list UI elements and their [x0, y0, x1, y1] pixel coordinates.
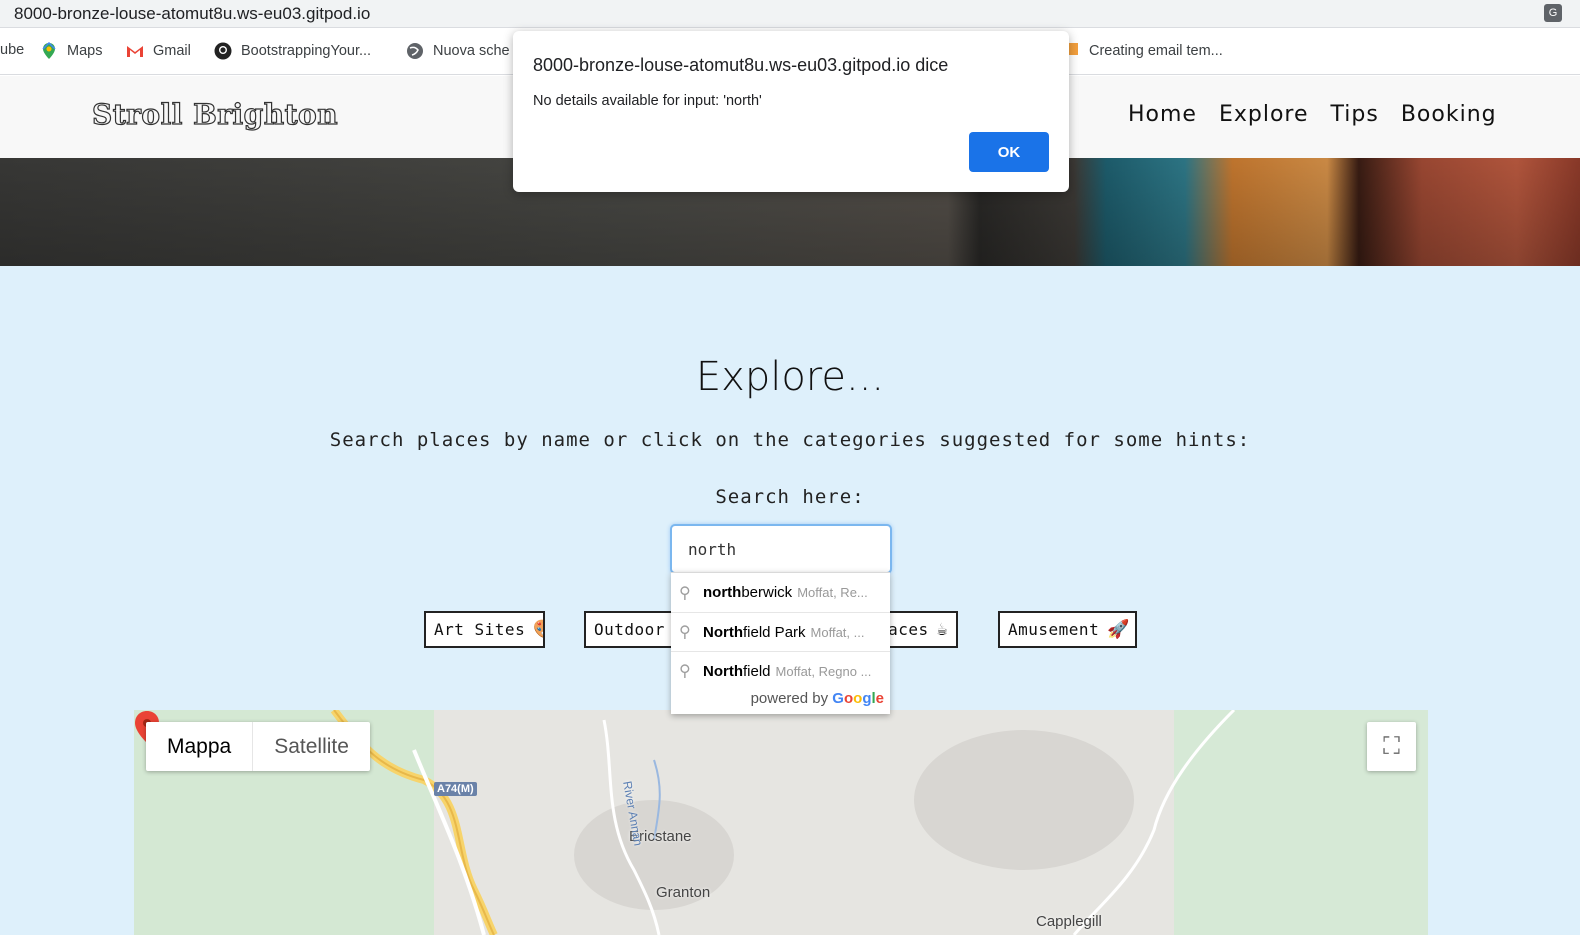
bookmark-label: ube [0, 42, 25, 58]
explore-title: Explore... [695, 354, 885, 400]
secondary-text: Moffat, ... [810, 624, 865, 640]
location-pin-icon: ⚲ [679, 624, 691, 641]
explore-section: Explore... Search places by name or clic… [0, 266, 1580, 935]
google-logo: Google [832, 690, 884, 707]
map-type-control: Mappa Satellite [146, 722, 370, 771]
autocomplete-item[interactable]: ⚲ north berwick Moffat, Re... [671, 573, 890, 612]
url-text[interactable]: 8000-bronze-louse-atomut8u.ws-eu03.gitpo… [14, 4, 370, 24]
globe-icon [407, 43, 423, 59]
category-amusement[interactable]: Amusement 🚀 [998, 611, 1137, 648]
bookmark-label: BootstrappingYour... [241, 43, 372, 59]
bookmark-label: Nuova sche [433, 43, 510, 59]
coffee-icon: ☕ [936, 619, 948, 640]
map-type-map-button[interactable]: Mappa [146, 722, 254, 771]
main-nav: Home Explore Tips Booking [1128, 102, 1497, 127]
autocomplete-dropdown: ⚲ north berwick Moffat, Re... ⚲ North fie… [671, 572, 890, 714]
rocket-icon: 🚀 [1107, 619, 1131, 640]
dialog-title: 8000-bronze-louse-atomut8u.ws-eu03.gitpo… [533, 55, 949, 75]
location-pin-icon: ⚲ [679, 584, 691, 602]
search-label: Search here: [715, 486, 865, 508]
site-brand[interactable]: Stroll Brighton [91, 97, 338, 131]
rest-text: field [743, 662, 771, 680]
bookmark-email-templates[interactable]: Creating email tem... [1062, 42, 1223, 60]
category-label: Art Sites [434, 620, 526, 639]
gmail-icon [127, 46, 143, 57]
bookmark-gmail[interactable]: Gmail [126, 42, 191, 60]
powered-by-google: powered by Google [671, 690, 890, 714]
secondary-text: Moffat, Regno ... [775, 663, 872, 679]
nav-home[interactable]: Home [1128, 102, 1197, 127]
fullscreen-button[interactable]: ⛶ [1367, 722, 1416, 771]
maps-icon [42, 42, 56, 59]
map-label-capplegill: Capplegill [1036, 913, 1102, 930]
browser-url-bar: 8000-bronze-louse-atomut8u.ws-eu03.gitpo… [0, 0, 1580, 28]
bookmark-label: Creating email tem... [1089, 43, 1223, 59]
bookmark-maps[interactable]: Maps [40, 42, 102, 60]
palette-icon: 🎨 [533, 619, 543, 640]
place-search-input[interactable] [670, 524, 892, 574]
category-label: Amusement [1008, 620, 1100, 639]
fullscreen-icon: ⛶ [1383, 732, 1400, 760]
nav-booking[interactable]: Booking [1401, 102, 1497, 127]
match-text: north [703, 584, 742, 601]
dialog-ok-button[interactable]: OK [969, 132, 1049, 172]
translate-icon[interactable]: G [1544, 4, 1562, 22]
github-icon [214, 42, 232, 60]
map-type-satellite-button[interactable]: Satellite [253, 722, 370, 771]
bookmark-youtube[interactable]: ube [0, 42, 24, 58]
nav-explore[interactable]: Explore [1219, 102, 1309, 127]
secondary-text: Moffat, Re... [797, 585, 868, 600]
powered-by-text: powered by [750, 690, 829, 707]
bookmark-new-tab[interactable]: Nuova sche [406, 42, 510, 60]
road-shield-a74m: A74(M) [434, 782, 477, 796]
map-label-granton: Granton [656, 884, 711, 901]
explore-subtitle: Search places by name or click on the ca… [329, 429, 1251, 451]
rest-text: field Park [743, 623, 806, 641]
match-text: North [703, 662, 743, 680]
bookmark-github[interactable]: BootstrappingYour... [214, 42, 371, 60]
autocomplete-item[interactable]: ⚲ North field Moffat, Regno ... [671, 651, 890, 690]
dialog-message: No details available for input: 'north' [533, 93, 762, 109]
bookmark-label: Gmail [153, 43, 191, 59]
rest-text: berwick [741, 584, 793, 601]
category-label: aces [888, 620, 929, 639]
bookmark-label: Maps [67, 43, 103, 59]
alert-dialog: 8000-bronze-louse-atomut8u.ws-eu03.gitpo… [513, 31, 1069, 192]
location-pin-icon: ⚲ [679, 663, 691, 680]
nav-tips[interactable]: Tips [1331, 102, 1379, 127]
match-text: North [703, 623, 743, 641]
autocomplete-item[interactable]: ⚲ North field Park Moffat, ... [671, 612, 890, 651]
google-map[interactable]: Ericstane Granton Capplegill River Annan… [134, 710, 1428, 935]
category-art-sites[interactable]: Art Sites 🎨 [424, 611, 545, 648]
